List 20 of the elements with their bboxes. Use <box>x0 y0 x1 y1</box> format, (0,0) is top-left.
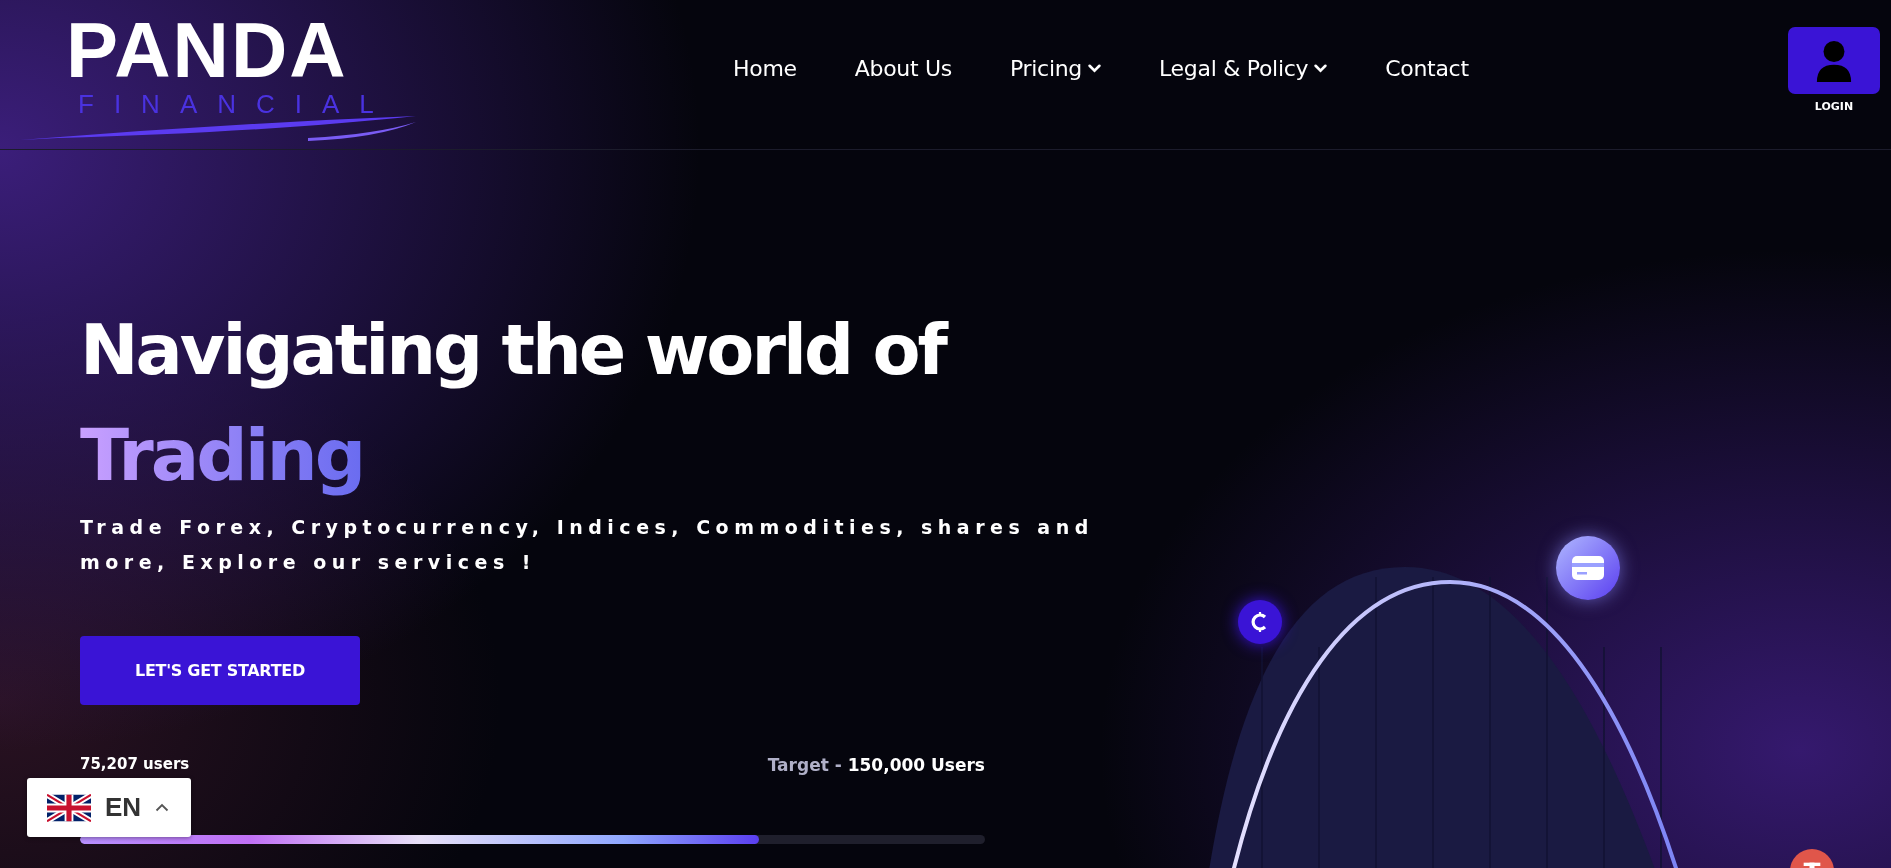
caret-up-icon <box>155 803 170 812</box>
nav-link[interactable]: Pricing <box>1010 56 1102 81</box>
user-count: 75,207 users <box>80 755 190 775</box>
nav-link[interactable]: Contact <box>1385 56 1469 81</box>
login-button[interactable] <box>1788 27 1880 94</box>
flag-icon <box>47 793 91 822</box>
coin-icon <box>1238 600 1282 644</box>
credit-card-icon <box>1556 536 1620 600</box>
logo-title[interactable]: PANDA <box>66 14 348 86</box>
user-icon <box>1815 39 1853 82</box>
nav-link[interactable]: Legal & Policy <box>1159 56 1328 81</box>
get-started-button[interactable]: LET'S GET STARTED <box>80 636 360 705</box>
headline: Navigating the world of <box>80 308 948 393</box>
language-selector[interactable]: EN <box>27 778 191 837</box>
login-label[interactable]: LOGIN <box>1814 100 1854 113</box>
nav-link[interactable]: Home <box>733 56 797 81</box>
nav-link[interactable]: About Us <box>854 56 952 81</box>
subtitle: Trade Forex, Cryptocurrency, Indices, Commodities, shares and more, Explore our services ! <box>80 515 1095 575</box>
logo-subtitle: FINANCIAL <box>78 90 394 118</box>
target-label: Target - 150,000 Users <box>767 755 985 775</box>
